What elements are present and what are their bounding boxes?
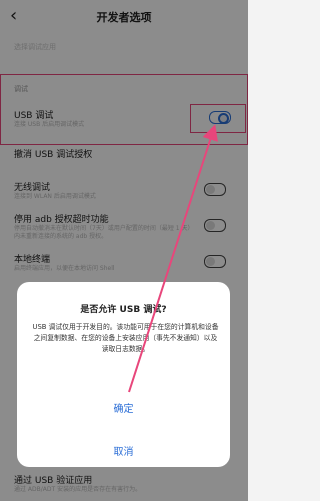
dialog-cancel-button[interactable]: 取消 <box>17 443 230 458</box>
developer-options-screen: ‹ 开发者选项 选择调试应用 调试 USB 调试 连接 USB 后启用调试模式 … <box>0 0 248 501</box>
usb-debug-dialog: 是否允许 USB 调试? USB 调试仅用于开发目的。该功能可用于在您的计算机和… <box>17 282 230 467</box>
dialog-ok-button[interactable]: 确定 <box>17 400 230 415</box>
dialog-title: 是否允许 USB 调试? <box>80 305 167 315</box>
dialog-message: USB 调试仅用于开发目的。该功能可用于在您的计算机和设备之间复制数据、在您的设… <box>32 323 219 353</box>
